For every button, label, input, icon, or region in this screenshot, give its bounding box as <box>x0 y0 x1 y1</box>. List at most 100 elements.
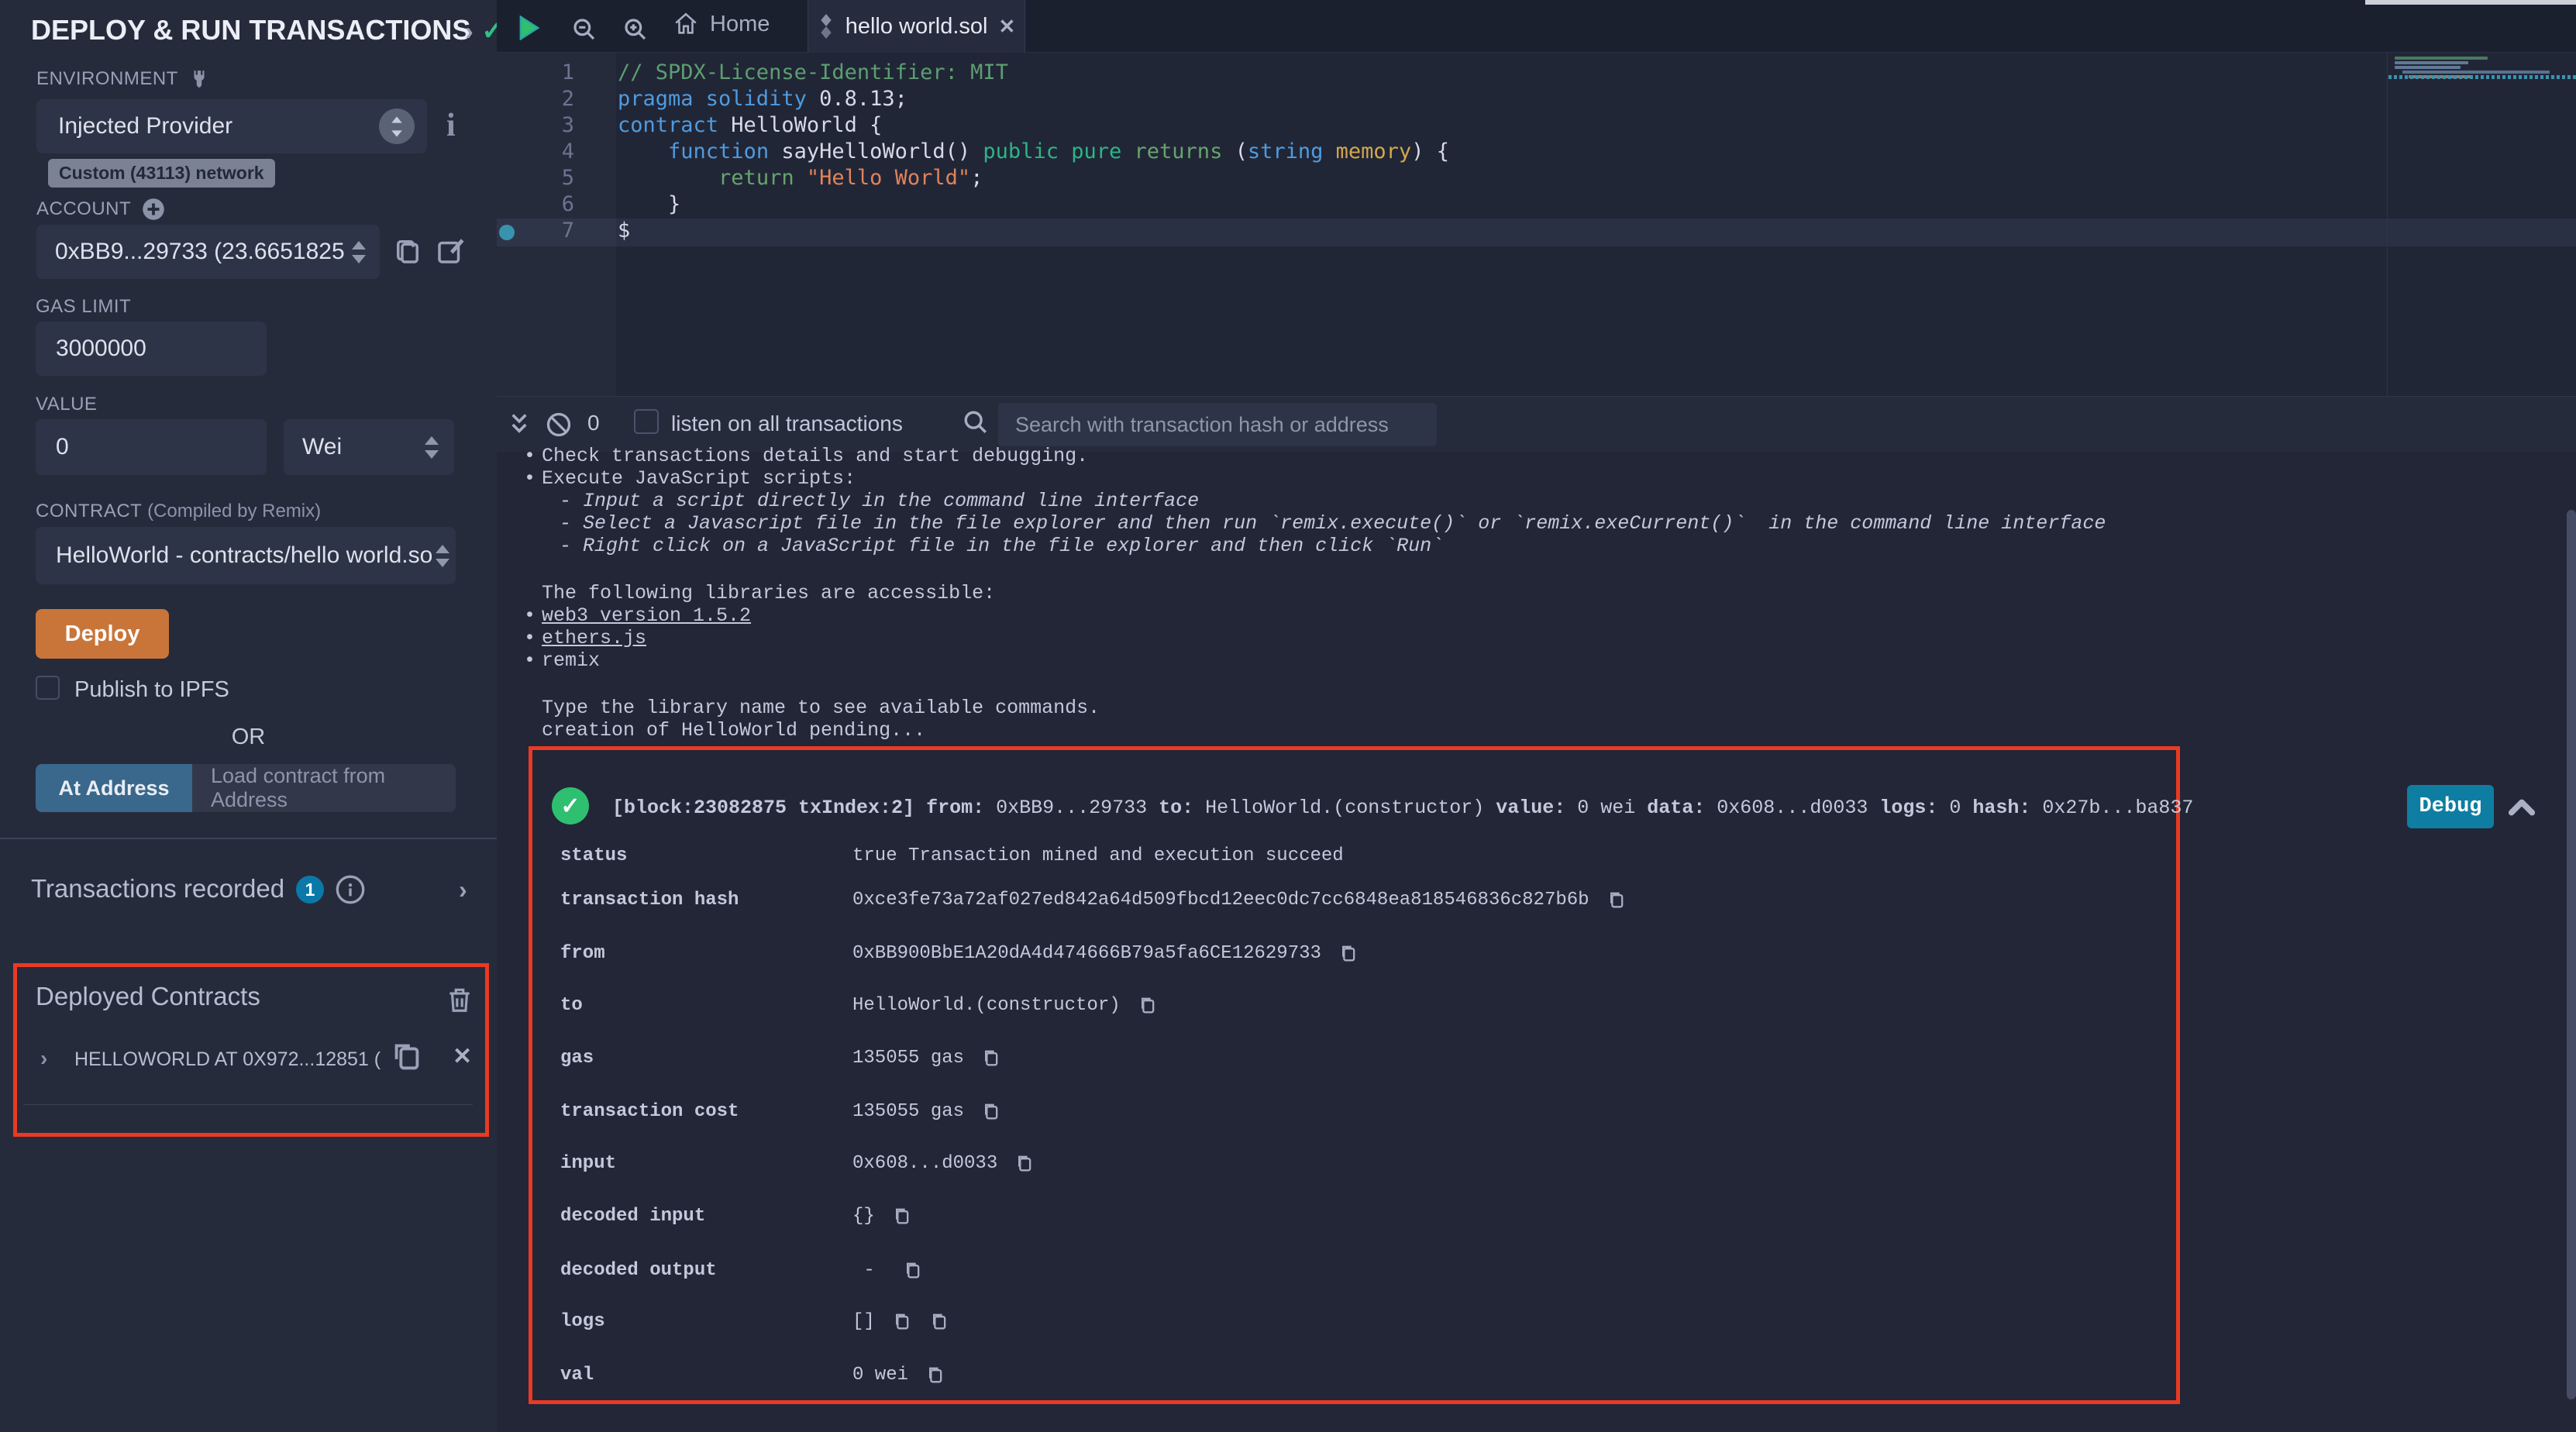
line-number[interactable]: 7 <box>497 218 574 244</box>
tx-detail-label: input <box>560 1153 852 1174</box>
copy-icon[interactable] <box>901 1259 923 1281</box>
network-badge: Custom (43113) network <box>48 159 275 188</box>
tx-detail-row: toHelloWorld.(constructor) <box>560 994 1158 1016</box>
transactions-count-badge: 1 <box>296 876 324 904</box>
contract-select[interactable]: HelloWorld - contracts/hello world.sol <box>36 527 456 584</box>
copy-icon[interactable] <box>1136 994 1158 1016</box>
environment-value: Injected Provider <box>58 113 232 139</box>
plug-icon <box>189 69 209 89</box>
terminal-log-line: - Right click on a JavaScript file in th… <box>524 535 2106 557</box>
tx-detail-value: 135055 gas <box>852 1048 964 1069</box>
tx-detail-row: transaction cost135055 gas <box>560 1100 1001 1122</box>
line-number[interactable]: 5 <box>497 165 574 191</box>
deploy-run-panel: DEPLOY & RUN TRANSACTIONS✓ › ENVIRONMENT… <box>0 0 497 1432</box>
tx-detail-label: status <box>560 845 852 866</box>
code-line[interactable]: contract HelloWorld { <box>618 112 1449 139</box>
code-line[interactable]: $ <box>618 218 1449 244</box>
tx-summary-line[interactable]: [block:23082875 txIndex:2] from: 0xBB9..… <box>612 797 2193 819</box>
gas-limit-input[interactable]: 3000000 <box>36 322 267 376</box>
transactions-expand-chevron-icon[interactable]: › <box>459 876 467 904</box>
copy-icon[interactable] <box>890 1310 912 1332</box>
close-tab-icon[interactable]: ✕ <box>998 15 1015 39</box>
terminal-log-line: - Input a script directly in the command… <box>524 490 2106 512</box>
tab-hello-world-sol[interactable]: hello world.sol ✕ <box>808 0 1025 53</box>
account-value: 0xBB9...29733 (23.6651825 <box>55 239 345 265</box>
debug-button[interactable]: Debug <box>2407 785 2494 828</box>
code-line[interactable]: } <box>618 191 1449 218</box>
tx-detail-value: 0x608...d0033 <box>852 1153 997 1174</box>
edit-account-icon[interactable] <box>434 235 467 267</box>
line-number[interactable]: 1 <box>497 60 574 86</box>
value-input[interactable]: 0 <box>36 419 267 475</box>
tx-detail-value: 135055 gas <box>852 1101 964 1122</box>
code-line[interactable]: pragma solidity 0.8.13; <box>618 86 1449 112</box>
terminal-search-input[interactable]: Search with transaction hash or address <box>998 403 1437 446</box>
panel-collapse-chevron-icon[interactable]: › <box>465 17 474 46</box>
copy-icon[interactable] <box>980 1100 1001 1122</box>
pending-tx-count: 0 <box>587 411 600 435</box>
terminal-scrollbar[interactable] <box>2567 510 2576 1399</box>
clear-console-ban-icon[interactable] <box>545 411 573 439</box>
code-content[interactable]: // SPDX-License-Identifier: MITpragma so… <box>618 60 1449 244</box>
tx-detail-value: [] <box>852 1311 875 1332</box>
terminal-log-line: •ethers.js <box>524 627 2106 649</box>
copy-icon[interactable] <box>1337 942 1359 964</box>
tx-detail-row: decoded output - <box>560 1259 923 1281</box>
tx-detail-label: from <box>560 943 852 964</box>
value-unit-carets-icon <box>425 436 439 459</box>
deploy-button[interactable]: Deploy <box>36 609 169 659</box>
copy-icon[interactable] <box>928 1310 949 1332</box>
terminal-link[interactable]: ethers.js <box>542 627 646 649</box>
deployed-contract-item[interactable]: HELLOWORLD AT 0X972...12851 ( <box>74 1048 381 1071</box>
line-number[interactable]: 4 <box>497 139 574 165</box>
transactions-recorded-label: Transactions recorded <box>31 874 284 904</box>
copy-icon[interactable] <box>1605 889 1627 910</box>
minimap-current-line <box>2388 75 2576 79</box>
copy-icon[interactable] <box>890 1205 912 1227</box>
terminal-link[interactable]: web3 version 1.5.2 <box>542 604 751 627</box>
minimap[interactable] <box>2388 53 2576 396</box>
tx-detail-value: 0xce3fe73a72af027ed842a64d509fbcd12eec0d… <box>852 890 1589 910</box>
environment-label: ENVIRONMENT <box>36 68 209 90</box>
code-line[interactable]: // SPDX-License-Identifier: MIT <box>618 60 1449 86</box>
zoom-in-icon[interactable] <box>623 17 648 42</box>
search-icon <box>963 409 989 435</box>
copy-account-icon[interactable] <box>391 235 424 267</box>
collapse-terminal-icon[interactable] <box>506 411 532 439</box>
line-number[interactable]: 6 <box>497 191 574 218</box>
terminal-log-line: creation of HelloWorld pending... <box>524 719 2106 742</box>
copy-icon[interactable] <box>924 1364 945 1386</box>
home-tab[interactable]: Home <box>673 11 770 37</box>
add-account-icon[interactable] <box>142 198 165 221</box>
account-select-carets-icon <box>352 241 366 263</box>
line-number[interactable]: 2 <box>497 86 574 112</box>
collapse-tx-chevron-icon[interactable] <box>2506 792 2537 823</box>
transactions-info-icon[interactable] <box>335 874 366 905</box>
copy-contract-icon[interactable] <box>389 1038 425 1074</box>
tx-detail-row: transaction hash0xce3fe73a72af027ed842a6… <box>560 889 1627 910</box>
environment-info-icon[interactable]: i <box>446 107 456 144</box>
at-address-input[interactable]: Load contract from Address <box>192 764 456 812</box>
environment-select[interactable]: Injected Provider <box>36 99 427 153</box>
line-number[interactable]: 3 <box>497 112 574 139</box>
publish-ipfs-checkbox[interactable] <box>36 676 60 700</box>
account-select[interactable]: 0xBB9...29733 (23.6651825 <box>36 225 380 279</box>
code-line[interactable]: function sayHelloWorld() public pure ret… <box>618 139 1449 165</box>
copy-icon[interactable] <box>1013 1152 1035 1174</box>
at-address-button[interactable]: At Address <box>36 764 192 812</box>
value-unit-select[interactable]: Wei <box>284 419 454 475</box>
code-line[interactable]: return "Hello World"; <box>618 165 1449 191</box>
tx-detail-label: val <box>560 1365 852 1386</box>
contract-expand-chevron-icon[interactable]: › <box>40 1046 47 1071</box>
deployed-contracts-title: Deployed Contracts <box>36 982 260 1011</box>
zoom-out-icon[interactable] <box>572 17 597 42</box>
publish-ipfs-label: Publish to IPFS <box>74 677 229 703</box>
trash-icon[interactable] <box>445 985 474 1014</box>
remove-contract-icon[interactable]: ✕ <box>453 1043 472 1070</box>
terminal-log-line: •Execute JavaScript scripts: <box>524 467 2106 490</box>
copy-icon[interactable] <box>980 1047 1001 1069</box>
run-script-play-icon[interactable] <box>518 15 541 40</box>
minimap-border <box>2387 53 2388 396</box>
listen-all-transactions-checkbox[interactable] <box>634 409 659 434</box>
tx-detail-label: transaction hash <box>560 890 852 910</box>
